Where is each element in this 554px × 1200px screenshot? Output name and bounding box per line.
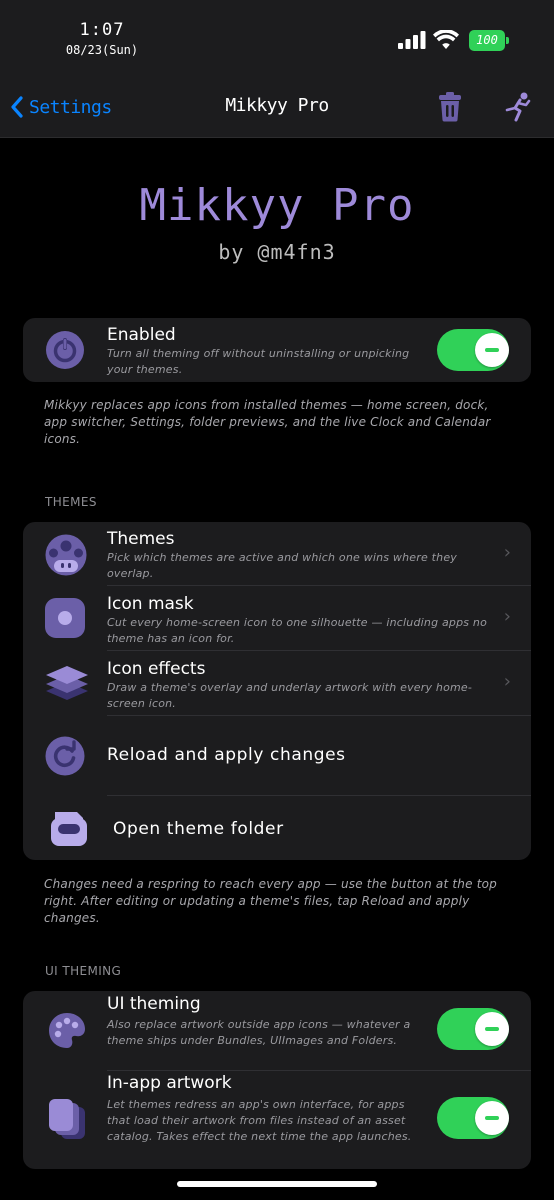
toggle-knob xyxy=(475,333,509,367)
back-button-label: Settings xyxy=(29,96,112,118)
chevron-right-icon: › xyxy=(503,606,511,627)
enabled-card: Enabled Turn all theming off without uni… xyxy=(23,318,531,382)
enabled-title: Enabled xyxy=(107,325,176,345)
power-icon xyxy=(46,331,84,369)
status-time: 1:07 xyxy=(79,20,125,40)
ui-theming-section-header: UI THEMING xyxy=(45,964,122,978)
icon-mask-row[interactable]: Icon mask Cut every home-screen icon to … xyxy=(23,586,531,651)
themes-section-header: THEMES xyxy=(45,495,97,509)
palette-icon xyxy=(49,1013,85,1048)
enabled-row: Enabled Turn all theming off without uni… xyxy=(23,318,531,382)
icon-mask-row-title: Icon mask xyxy=(107,594,194,614)
chevron-right-icon: › xyxy=(503,671,511,692)
enabled-toggle[interactable] xyxy=(437,329,509,371)
folder-icon xyxy=(51,812,87,846)
themes-footer: Changes need a respring to reach every a… xyxy=(44,877,497,925)
themes-row-title: Themes xyxy=(107,529,175,549)
reload-icon xyxy=(45,736,85,776)
open-theme-folder-button[interactable]: Open theme folder xyxy=(23,796,531,860)
ui-theming-card: UI theming Also replace artwork outside … xyxy=(23,991,531,1169)
enabled-description: Turn all theming off without uninstallin… xyxy=(107,347,410,376)
chevron-right-icon: › xyxy=(503,542,511,563)
intro-footer: Mikkyy replaces app icons from installed… xyxy=(44,398,491,446)
home-indicator xyxy=(177,1181,377,1187)
ui-theming-toggle[interactable] xyxy=(437,1008,509,1050)
themes-card: Themes Pick which themes are active and … xyxy=(23,522,531,860)
chevron-left-icon xyxy=(11,96,23,118)
toggle-knob xyxy=(475,1012,509,1046)
wifi-icon xyxy=(433,30,459,49)
in-app-artwork-row: In-app artwork Let themes redress an app… xyxy=(23,1071,531,1169)
icon-effects-row-title: Icon effects xyxy=(107,659,206,679)
toggle-knob xyxy=(475,1101,509,1135)
themes-row-description: Pick which themes are active and which o… xyxy=(107,551,458,580)
cellular-signal-icon xyxy=(398,31,426,49)
open-theme-folder-label: Open theme folder xyxy=(113,819,284,839)
ui-theming-row-description: Also replace artwork outside app icons —… xyxy=(107,1018,411,1047)
in-app-artwork-row-description: Let themes redress an app's own interfac… xyxy=(107,1098,412,1143)
status-date: 08/23(Sun) xyxy=(65,43,139,57)
themes-row[interactable]: Themes Pick which themes are active and … xyxy=(23,522,531,586)
ui-theming-row: UI theming Also replace artwork outside … xyxy=(23,991,531,1071)
stacked-cards-icon xyxy=(49,1099,85,1139)
icon-effects-row[interactable]: Icon effects Draw a theme's overlay and … xyxy=(23,651,531,716)
ui-theming-row-title: UI theming xyxy=(107,994,201,1014)
status-bar: 1:07 08/23(Sun) 100 xyxy=(0,0,554,80)
reload-apply-label: Reload and apply changes xyxy=(107,745,346,765)
in-app-artwork-toggle[interactable] xyxy=(437,1097,509,1139)
reload-apply-button[interactable]: Reload and apply changes xyxy=(23,716,531,796)
respring-icon[interactable] xyxy=(504,92,532,122)
navigation-bar: Settings Mikkyy Pro xyxy=(0,80,554,138)
icon-effects-row-description: Draw a theme's overlay and underlay artw… xyxy=(107,681,473,710)
hero-title: Mikkyy Pro xyxy=(139,180,415,231)
battery-icon: 100 xyxy=(469,30,505,51)
back-button[interactable]: Settings xyxy=(10,93,112,121)
layers-icon xyxy=(46,666,88,700)
icon-mask-icon xyxy=(45,598,85,638)
in-app-artwork-row-title: In-app artwork xyxy=(107,1073,232,1093)
trash-icon[interactable] xyxy=(436,92,464,122)
page-title: Mikkyy Pro xyxy=(225,95,329,116)
icon-mask-row-description: Cut every home-screen icon to one silhou… xyxy=(107,616,487,645)
battery-tip xyxy=(506,37,509,44)
mushroom-icon xyxy=(45,534,87,576)
hero-byline: by @m4fn3 xyxy=(218,240,336,264)
